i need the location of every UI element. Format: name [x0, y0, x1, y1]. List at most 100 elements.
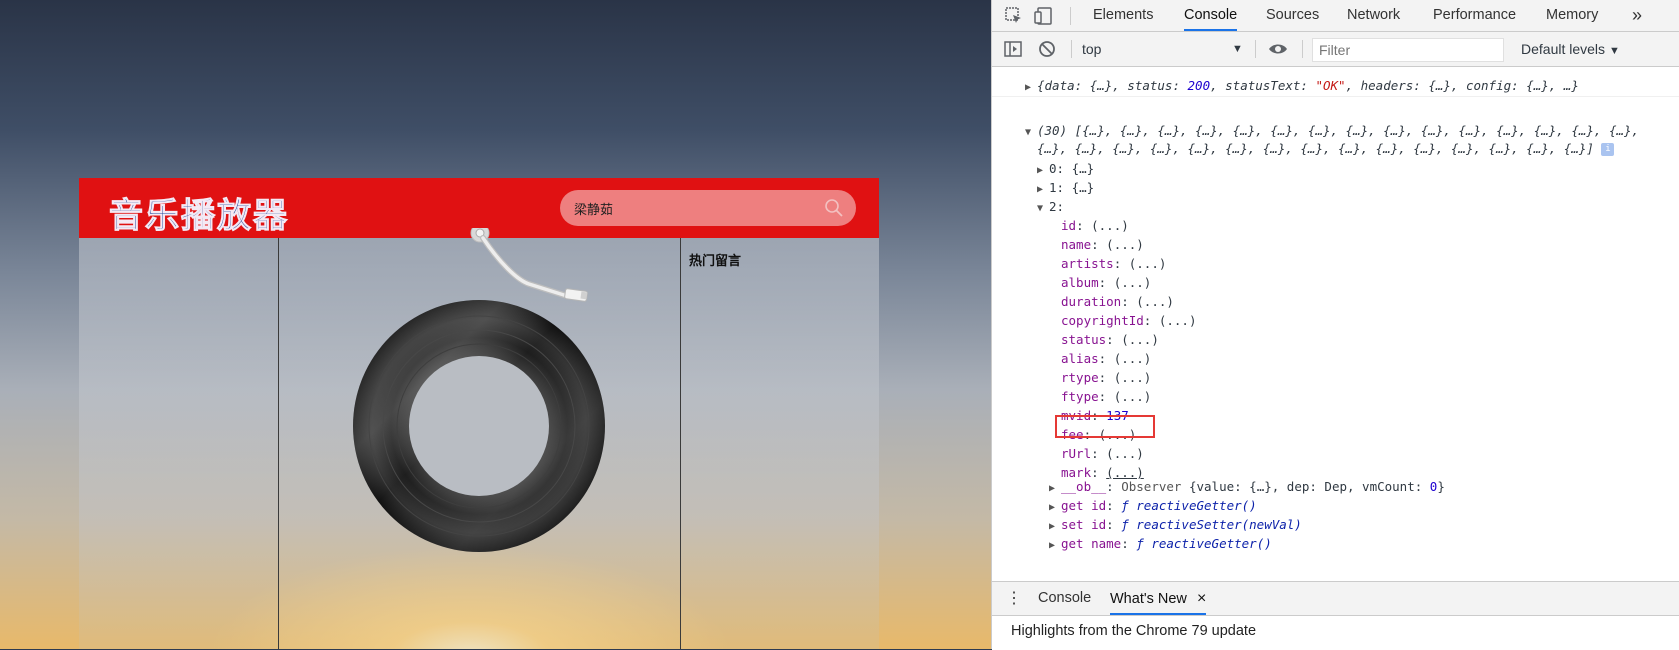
filter-input[interactable]: [1319, 41, 1489, 59]
console-toolbar: top ▼ Default levels ▼: [992, 32, 1679, 67]
property-row-status[interactable]: status: (...): [1061, 330, 1159, 349]
search-box[interactable]: [560, 190, 856, 226]
property-value[interactable]: (...): [1114, 275, 1152, 290]
tab-console[interactable]: Console: [1184, 0, 1238, 31]
ob-property[interactable]: ▶ __ob__: Observer {value: {…}, dep: Dep,…: [1049, 477, 1445, 498]
drawer-tab-console[interactable]: Console: [1038, 582, 1091, 615]
accessor-key: set id: [1061, 517, 1107, 532]
music-player: 音乐播放器 热门留言: [79, 178, 879, 649]
drawer-tab-whats-new[interactable]: What's New ×: [1110, 582, 1207, 615]
filter-box[interactable]: [1312, 38, 1504, 62]
tab-performance[interactable]: Performance: [1433, 0, 1516, 31]
accessor-key: get id: [1061, 498, 1107, 513]
property-key: name: [1061, 237, 1092, 252]
toolbar-separator: [1302, 40, 1303, 58]
expand-triangle-icon[interactable]: ▶: [1025, 78, 1037, 97]
accessor-function: ƒ reactiveSetter(newVal): [1121, 517, 1302, 532]
clear-console-icon[interactable]: [1037, 39, 1057, 59]
tab-network[interactable]: Network: [1347, 0, 1400, 31]
property-value[interactable]: (...): [1121, 332, 1159, 347]
property-row-artists[interactable]: artists: (...): [1061, 254, 1166, 273]
whats-new-highlights: Highlights from the Chrome 79 update: [1011, 623, 1257, 639]
search-input[interactable]: [574, 190, 814, 226]
accessor-row[interactable]: ▶ get id: ƒ reactiveGetter(): [1049, 496, 1257, 517]
property-key: rUrl: [1061, 446, 1092, 461]
vinyl-record-image: [353, 300, 605, 552]
property-key: ftype: [1061, 389, 1099, 404]
property-key: duration: [1061, 294, 1122, 309]
accessor-row[interactable]: ▶ set id: ƒ reactiveSetter(newVal): [1049, 515, 1302, 536]
console-log-response[interactable]: ▶ {data: {…}, status: 200, statusText: "O…: [1025, 76, 1579, 97]
array-item-2[interactable]: ▼ 2:: [1037, 197, 1064, 218]
expand-triangle-icon[interactable]: ▶: [1049, 536, 1061, 555]
search-icon[interactable]: [824, 198, 844, 218]
tab-elements[interactable]: Elements: [1093, 0, 1153, 31]
property-key: album: [1061, 275, 1099, 290]
property-row-album[interactable]: album: (...): [1061, 273, 1151, 292]
column-divider-left: [278, 238, 279, 649]
property-key: alias: [1061, 351, 1099, 366]
property-row-copyrightid[interactable]: copyrightId: (...): [1061, 311, 1197, 330]
accessor-row[interactable]: ▶ get name: ƒ reactiveGetter(): [1049, 534, 1272, 555]
property-value[interactable]: (...): [1114, 351, 1152, 366]
property-row-rurl[interactable]: rUrl: (...): [1061, 444, 1144, 463]
log-levels-label: Default levels: [1521, 41, 1606, 57]
property-value[interactable]: (...): [1091, 218, 1129, 233]
property-row-duration[interactable]: duration: (...): [1061, 292, 1174, 311]
show-sidebar-icon[interactable]: [1003, 39, 1023, 59]
webpage-viewport: 音乐播放器 热门留言: [0, 0, 991, 649]
drawer-tab-whats-new-label: What's New: [1110, 591, 1187, 607]
accessor-key: get name: [1061, 536, 1122, 551]
tab-sources[interactable]: Sources: [1266, 0, 1319, 31]
property-value[interactable]: (...): [1129, 256, 1167, 271]
info-badge-icon[interactable]: i: [1601, 143, 1615, 156]
property-row-rtype[interactable]: rtype: (...): [1061, 368, 1151, 387]
column-divider-right: [680, 238, 681, 649]
drawer-tabbar: ⋮ Console What's New ×: [992, 582, 1679, 616]
context-selector[interactable]: top: [1082, 38, 1242, 60]
mvid-highlight-box: [1055, 415, 1155, 438]
property-row-alias[interactable]: alias: (...): [1061, 349, 1151, 368]
property-row-id[interactable]: id: (...): [1061, 216, 1129, 235]
property-value[interactable]: (...): [1114, 389, 1152, 404]
property-key: id: [1061, 218, 1077, 233]
property-key: rtype: [1061, 370, 1099, 385]
property-key: artists: [1061, 256, 1114, 271]
toolbar-separator: [1255, 40, 1256, 58]
console-output: ▶ {data: {…}, status: 200, statusText: "O…: [992, 67, 1679, 580]
close-icon[interactable]: ×: [1197, 590, 1206, 607]
more-tabs-button[interactable]: »: [1632, 0, 1642, 31]
console-log-array-cont: {…}, {…}, {…}, {…}, {…}, {…}, {…}, {…}, …: [1037, 139, 1615, 158]
console-row-divider: [992, 96, 1679, 97]
property-value[interactable]: (...): [1136, 294, 1174, 309]
tab-memory[interactable]: Memory: [1546, 0, 1598, 31]
property-row-name[interactable]: name: (...): [1061, 235, 1144, 254]
devtools-panel: Elements Console Sources Network Perform…: [991, 0, 1679, 650]
property-key: status: [1061, 332, 1107, 347]
hot-comments-heading: 热门留言: [689, 254, 742, 269]
property-value[interactable]: (...): [1106, 446, 1144, 461]
array-item-1[interactable]: ▶ 1: {…}: [1037, 178, 1094, 199]
devtools-drawer: ⋮ Console What's New × Highlights from t…: [992, 581, 1679, 650]
accessor-function: ƒ reactiveGetter(): [1121, 498, 1257, 513]
levels-dropdown-arrow-icon: ▼: [1608, 45, 1620, 57]
log-levels-dropdown[interactable]: Default levels ▼: [1521, 38, 1620, 60]
property-row-ftype[interactable]: ftype: (...): [1061, 387, 1151, 406]
device-toolbar-icon[interactable]: [1034, 6, 1054, 26]
property-value[interactable]: (...): [1159, 313, 1197, 328]
collapse-triangle-icon[interactable]: ▼: [1037, 199, 1049, 218]
context-dropdown-arrow-icon[interactable]: ▼: [1232, 38, 1243, 60]
player-title: 音乐播放器: [109, 196, 289, 237]
inspect-element-icon[interactable]: [1004, 6, 1024, 26]
array-item-0[interactable]: ▶ 0: {…}: [1037, 159, 1094, 180]
devtools-tabbar: Elements Console Sources Network Perform…: [992, 0, 1679, 32]
property-value[interactable]: (...): [1106, 237, 1144, 252]
accessor-function: ƒ reactiveGetter(): [1136, 536, 1272, 551]
property-value[interactable]: (...): [1114, 370, 1152, 385]
collapse-triangle-icon[interactable]: ▼: [1025, 123, 1037, 142]
property-key: copyrightId: [1061, 313, 1144, 328]
toolbar-separator: [1071, 40, 1072, 58]
drawer-menu-icon[interactable]: ⋮: [1006, 582, 1022, 615]
live-expression-eye-icon[interactable]: [1268, 39, 1288, 59]
toolbar-separator: [1070, 7, 1071, 25]
